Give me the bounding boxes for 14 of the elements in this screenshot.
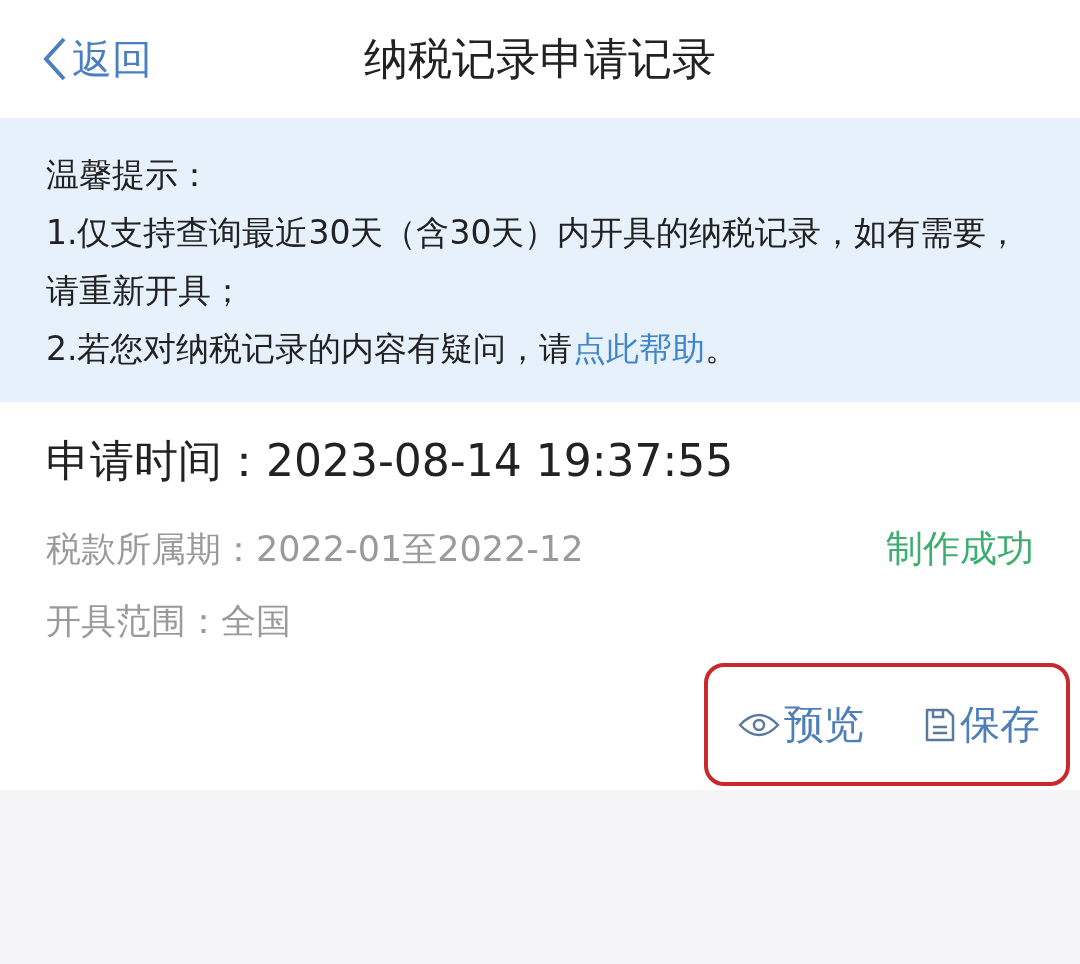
issue-scope: 开具范围：全国 xyxy=(46,600,292,643)
back-chevron-icon xyxy=(42,36,68,82)
notice-text: 2.若您对纳税记录的内容有疑问，请点此帮助。 xyxy=(46,328,739,370)
back-button[interactable]: 返回 xyxy=(42,31,152,87)
save-button[interactable]: 保存 xyxy=(924,697,1040,752)
help-link[interactable]: 点此帮助 xyxy=(572,329,705,368)
status-label: 制作成功 xyxy=(886,526,1034,572)
tax-period: 税款所属期：2022-01至2022-12 xyxy=(46,528,584,571)
preview-button[interactable]: 预览 xyxy=(738,697,864,752)
request-time: 申请时间：2023-08-14 19:37:55 xyxy=(46,434,735,488)
save-icon xyxy=(924,706,956,743)
page-title: 纳税记录申请记录 xyxy=(364,31,716,86)
notice-text: 1.仅支持查询最近30天（含30天）内开具的纳税记录，如有需要，请重新开具； xyxy=(46,212,1021,312)
notice-heading: 温馨提示： xyxy=(46,154,212,196)
